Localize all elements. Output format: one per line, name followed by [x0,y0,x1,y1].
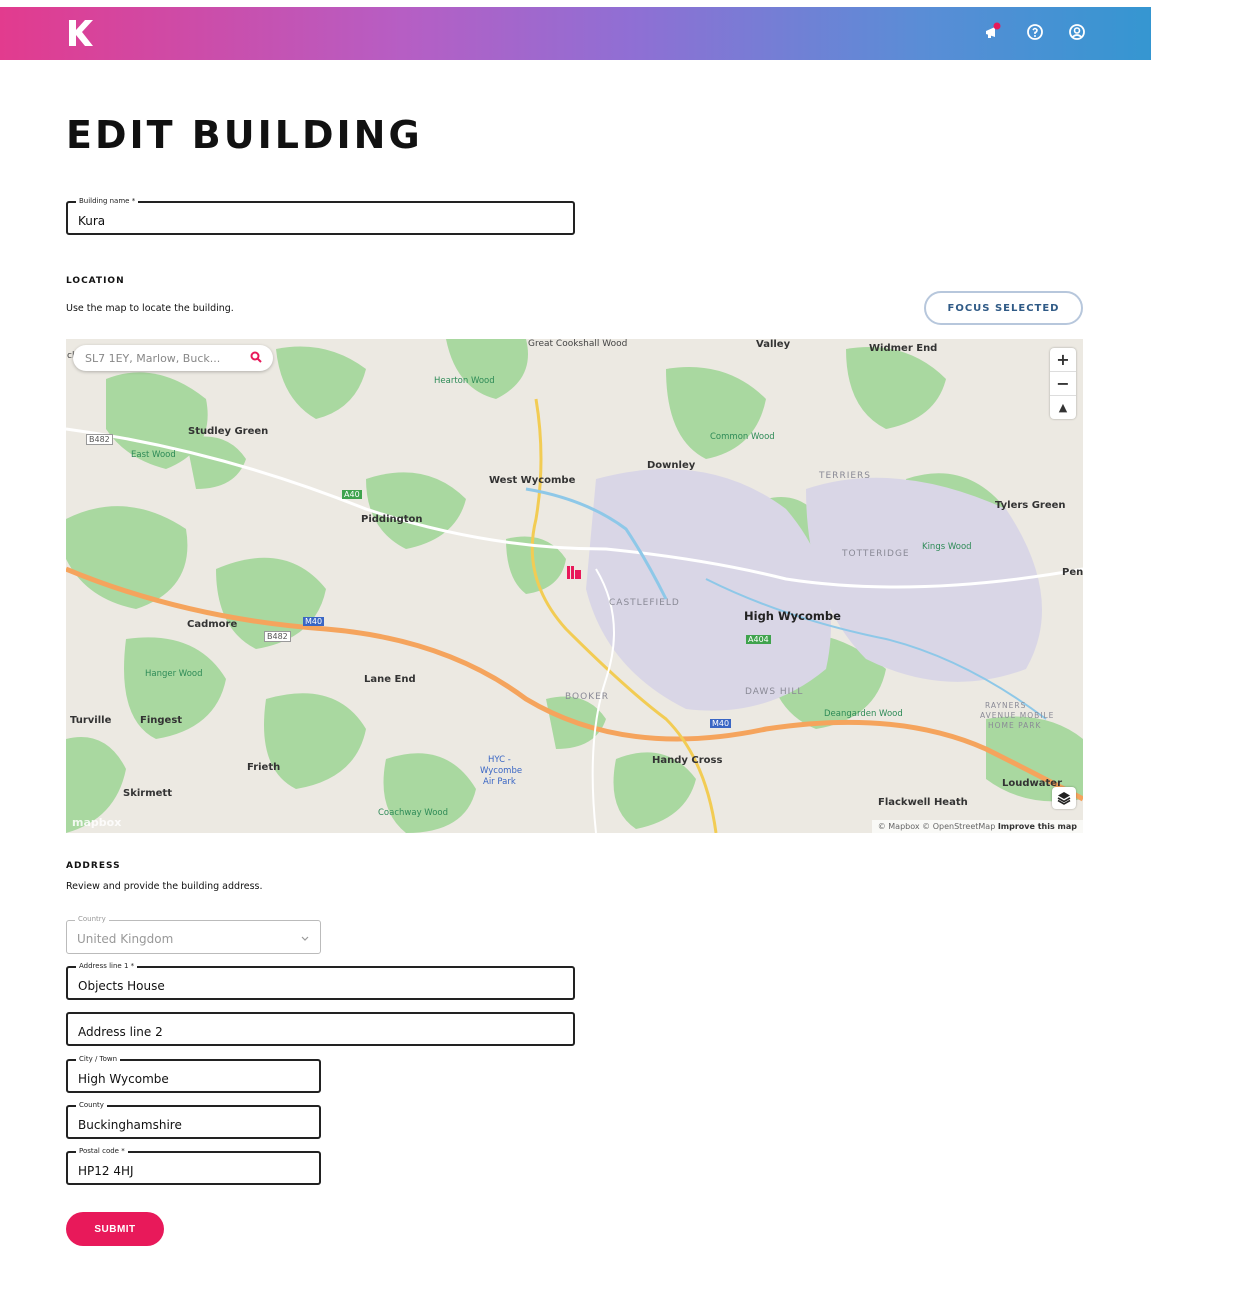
address-line1-field[interactable]: Address line 1 * Objects House [66,961,575,1000]
country-select: Country United Kingdom [66,914,321,954]
chevron-down-icon [301,936,309,941]
kura-logo[interactable] [66,17,94,49]
postal-code-value: HP12 4HJ [78,1164,134,1178]
map-label: Wycombe [480,766,523,776]
map-label: Hanger Wood [145,669,203,679]
building-name-field[interactable]: Building name * Kura [66,196,575,235]
location-heading: LOCATION [66,276,125,286]
postal-code-label: Postal code * [76,1146,128,1156]
map-label: TERRIERS [819,471,871,481]
map-label: Coachway Wood [378,808,449,818]
road-badge: A40 [342,490,362,499]
map-label: RAYNERS [985,701,1027,710]
map-search-input[interactable]: SL7 1EY, Marlow, Buck... [73,345,273,371]
account-icon[interactable] [1067,22,1087,42]
county-label: County [76,1100,107,1110]
map-label: Widmer End [869,343,938,354]
address-line2-placeholder: Address line 2 [78,1025,163,1039]
road-badge: A404 [746,635,771,644]
map-label: Turville [70,715,112,726]
county-field[interactable]: County Buckinghamshire [66,1100,321,1139]
map-label: BOOKER [565,692,610,702]
map-label: CASTLEFIELD [609,598,680,608]
map-label: Lane End [364,674,416,685]
building-marker-icon[interactable] [566,564,582,580]
zoom-out-button[interactable]: − [1050,372,1076,396]
map-label: Common Wood [710,432,775,442]
search-icon[interactable] [249,350,263,364]
map-search-value: SL7 1EY, Marlow, Buck... [85,352,221,365]
map-label: Great Cookshall Wood [528,339,628,349]
submit-button[interactable]: SUBMIT [66,1212,164,1246]
map-label: Piddington [361,514,423,525]
city-value: High Wycombe [78,1072,169,1086]
map-label: Kings Wood [922,542,972,552]
map-label: Hearton Wood [434,376,495,386]
help-icon[interactable] [1025,22,1045,42]
road-badge: B482 [264,631,291,642]
address-heading: ADDRESS [66,861,121,871]
map-label: East Wood [131,450,176,460]
top-app-bar [0,7,1151,60]
map-label: High Wycombe [744,609,841,623]
address-line2-field[interactable]: Address line 2 [66,1012,575,1046]
map-label: Handy Cross [652,755,723,766]
map-label: AVENUE MOBILE [980,711,1055,720]
map-label: Valley [756,339,791,350]
map-label: Tylers Green [995,500,1066,511]
country-value: United Kingdom [77,932,174,946]
country-label: Country [75,914,109,924]
building-name-label: Building name * [76,196,139,206]
map-label: HOME PARK [988,721,1042,730]
map-label: West Wycombe [489,475,576,486]
map-tiles [66,339,1083,833]
map-view[interactable]: Great Cookshall Wood Valley Widmer End H… [66,339,1083,833]
map-label: Fingest [140,715,183,726]
county-value: Buckinghamshire [78,1118,182,1132]
zoom-in-button[interactable]: + [1050,348,1076,372]
layers-button[interactable] [1052,787,1076,809]
road-badge: M40 [303,617,325,626]
postal-code-field[interactable]: Postal code * HP12 4HJ [66,1146,321,1185]
layers-icon [1057,792,1071,805]
map-label: DAWS HILL [745,687,804,697]
city-field[interactable]: City / Town High Wycombe [66,1054,321,1093]
map-label: Frieth [247,762,281,773]
map-label: TOTTERIDGE [842,549,910,559]
focus-selected-button[interactable]: FOCUS SELECTED [924,291,1083,325]
map-label: Penn [1062,567,1083,578]
improve-map-link[interactable]: Improve this map [998,822,1077,831]
zoom-controls: + − ▲ [1050,348,1076,419]
map-attribution: © Mapbox © OpenStreetMap Improve this ma… [871,820,1083,833]
mapbox-logo[interactable]: mapbox [72,816,121,829]
announcement-icon[interactable] [983,22,1003,42]
map-label: Air Park [483,777,516,787]
building-name-value: Kura [78,214,106,228]
compass-button[interactable]: ▲ [1050,396,1076,419]
attribution-text[interactable]: © Mapbox © OpenStreetMap [878,822,996,831]
address-line1-value: Objects House [78,979,165,993]
city-label: City / Town [76,1054,121,1064]
map-label: Cadmore [187,619,238,630]
map-label: Downley [647,460,696,471]
address-line1-label: Address line 1 * [76,961,138,971]
map-label: Flackwell Heath [878,797,968,808]
road-badge: M40 [710,719,732,728]
map-label: Skirmett [123,788,172,799]
road-badge: B482 [86,434,113,445]
map-label: HYC - [488,755,511,765]
location-description: Use the map to locate the building. [66,303,234,314]
map-label: Deangarden Wood [824,709,903,719]
address-description: Review and provide the building address. [66,881,263,892]
map-label: Studley Green [188,426,269,437]
page-title: EDIT BUILDING [66,113,423,157]
